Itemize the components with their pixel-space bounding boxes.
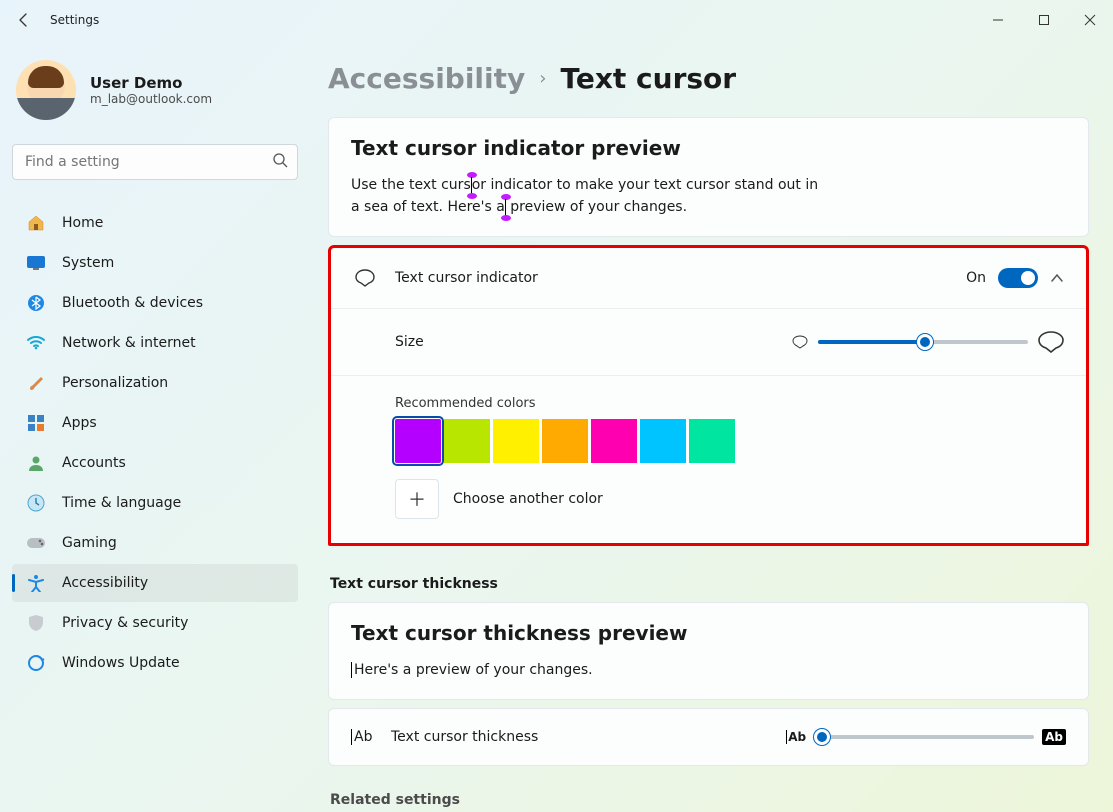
text-cursor-indicator-demo: [471, 177, 472, 193]
profile-email: m_lab@outlook.com: [90, 92, 212, 106]
toggle-state: On: [966, 270, 986, 286]
system-icon: [26, 253, 46, 273]
content: Accessibility › Text cursor Text cursor …: [310, 40, 1113, 812]
nav-label: Accounts: [62, 455, 126, 471]
window-controls: [975, 0, 1113, 40]
indicator-toggle[interactable]: [998, 268, 1038, 288]
nav-label: System: [62, 255, 114, 271]
clock-icon: [26, 493, 46, 513]
update-icon: [26, 653, 46, 673]
breadcrumb: Accessibility › Text cursor: [328, 62, 1089, 95]
nav-system[interactable]: System: [12, 244, 298, 282]
profile-block[interactable]: User Demo m_lab@outlook.com: [16, 60, 298, 120]
color-swatch[interactable]: [689, 419, 735, 463]
nav-label: Time & language: [62, 495, 181, 511]
preview-text: Use the text cursor indicator to make yo…: [351, 174, 831, 218]
another-color-row: ＋ Choose another color: [395, 479, 1064, 519]
thickness-preview-card: Text cursor thickness preview Here's a p…: [328, 602, 1089, 700]
nav-personalization[interactable]: Personalization: [12, 364, 298, 402]
another-color-label: Choose another color: [453, 491, 603, 507]
search-icon: [272, 152, 288, 168]
color-swatches: [395, 419, 1064, 463]
breadcrumb-parent[interactable]: Accessibility: [328, 62, 525, 95]
nav-update[interactable]: Windows Update: [12, 644, 298, 682]
size-slider[interactable]: [818, 340, 1028, 344]
nav-privacy[interactable]: Privacy & security: [12, 604, 298, 642]
color-swatch[interactable]: [493, 419, 539, 463]
nav-label: Network & internet: [62, 335, 196, 351]
size-label: Size: [395, 334, 424, 350]
nav-label: Privacy & security: [62, 615, 188, 631]
indicator-preview-card: Text cursor indicator preview Use the te…: [328, 117, 1089, 237]
nav-apps[interactable]: Apps: [12, 404, 298, 442]
nav-gaming[interactable]: Gaming: [12, 524, 298, 562]
indicator-label: Text cursor indicator: [395, 270, 538, 286]
profile-name: User Demo: [90, 74, 212, 92]
nav-bluetooth[interactable]: Bluetooth & devices: [12, 284, 298, 322]
nav-label: Bluetooth & devices: [62, 295, 203, 311]
nav-label: Personalization: [62, 375, 168, 391]
sidebar: User Demo m_lab@outlook.com Home System …: [0, 40, 310, 812]
thin-preview: Ab: [786, 730, 806, 744]
add-color-button[interactable]: ＋: [395, 479, 439, 519]
nav-label: Gaming: [62, 535, 117, 551]
thickness-cursor-demo: [351, 662, 352, 678]
thickness-preview-title: Text cursor thickness preview: [351, 621, 1066, 645]
nav-home[interactable]: Home: [12, 204, 298, 242]
size-large-icon: [1038, 331, 1064, 353]
chevron-up-icon[interactable]: [1050, 271, 1064, 285]
back-button[interactable]: [12, 8, 36, 32]
colors-block: Recommended colors ＋ Choose another colo…: [331, 376, 1086, 543]
thickness-icon: Ab: [351, 729, 373, 745]
color-swatch[interactable]: [640, 419, 686, 463]
bluetooth-icon: [26, 293, 46, 313]
size-row: Size: [331, 309, 1086, 376]
nav-time[interactable]: Time & language: [12, 484, 298, 522]
breadcrumb-current: Text cursor: [560, 62, 736, 95]
color-swatch[interactable]: [542, 419, 588, 463]
titlebar: Settings: [0, 0, 1113, 40]
nav-accounts[interactable]: Accounts: [12, 444, 298, 482]
gamepad-icon: [26, 533, 46, 553]
thickness-label: Text cursor thickness: [391, 729, 538, 745]
thick-preview: Ab: [1042, 729, 1066, 745]
brush-icon: [26, 373, 46, 393]
nav-label: Windows Update: [62, 655, 180, 671]
thickness-row-card: Ab Text cursor thickness Ab Ab: [328, 708, 1089, 766]
chevron-right-icon: ›: [539, 68, 546, 89]
preview-title: Text cursor indicator preview: [351, 136, 1066, 160]
nav-list: Home System Bluetooth & devices Network …: [12, 204, 298, 682]
text-cursor-indicator-demo: [505, 199, 506, 215]
nav-label: Apps: [62, 415, 97, 431]
nav-accessibility[interactable]: Accessibility: [12, 564, 298, 602]
person-icon: [26, 453, 46, 473]
apps-icon: [26, 413, 46, 433]
indicator-toggle-row: Text cursor indicator On: [331, 248, 1086, 309]
maximize-button[interactable]: [1021, 0, 1067, 40]
nav-label: Home: [62, 215, 103, 231]
window-title: Settings: [50, 13, 99, 27]
thickness-slider[interactable]: [814, 735, 1034, 739]
wifi-icon: [26, 333, 46, 353]
related-settings-heading: Related settings: [330, 792, 1089, 808]
indicator-settings-group: Text cursor indicator On Size: [328, 245, 1089, 546]
colors-label: Recommended colors: [395, 396, 1064, 411]
color-swatch[interactable]: [591, 419, 637, 463]
search-wrap: [12, 144, 298, 180]
size-small-icon: [792, 335, 808, 349]
thickness-section-title: Text cursor thickness: [330, 576, 1089, 592]
minimize-button[interactable]: [975, 0, 1021, 40]
accessibility-icon: [26, 573, 46, 593]
search-input[interactable]: [12, 144, 298, 180]
nav-network[interactable]: Network & internet: [12, 324, 298, 362]
thickness-preview-text: Here's a preview of your changes.: [351, 659, 831, 681]
color-swatch[interactable]: [444, 419, 490, 463]
shield-icon: [26, 613, 46, 633]
home-icon: [26, 213, 46, 233]
avatar: [16, 60, 76, 120]
color-swatch[interactable]: [395, 419, 441, 463]
nav-label: Accessibility: [62, 575, 148, 591]
cursor-indicator-icon: [353, 266, 377, 290]
close-button[interactable]: [1067, 0, 1113, 40]
